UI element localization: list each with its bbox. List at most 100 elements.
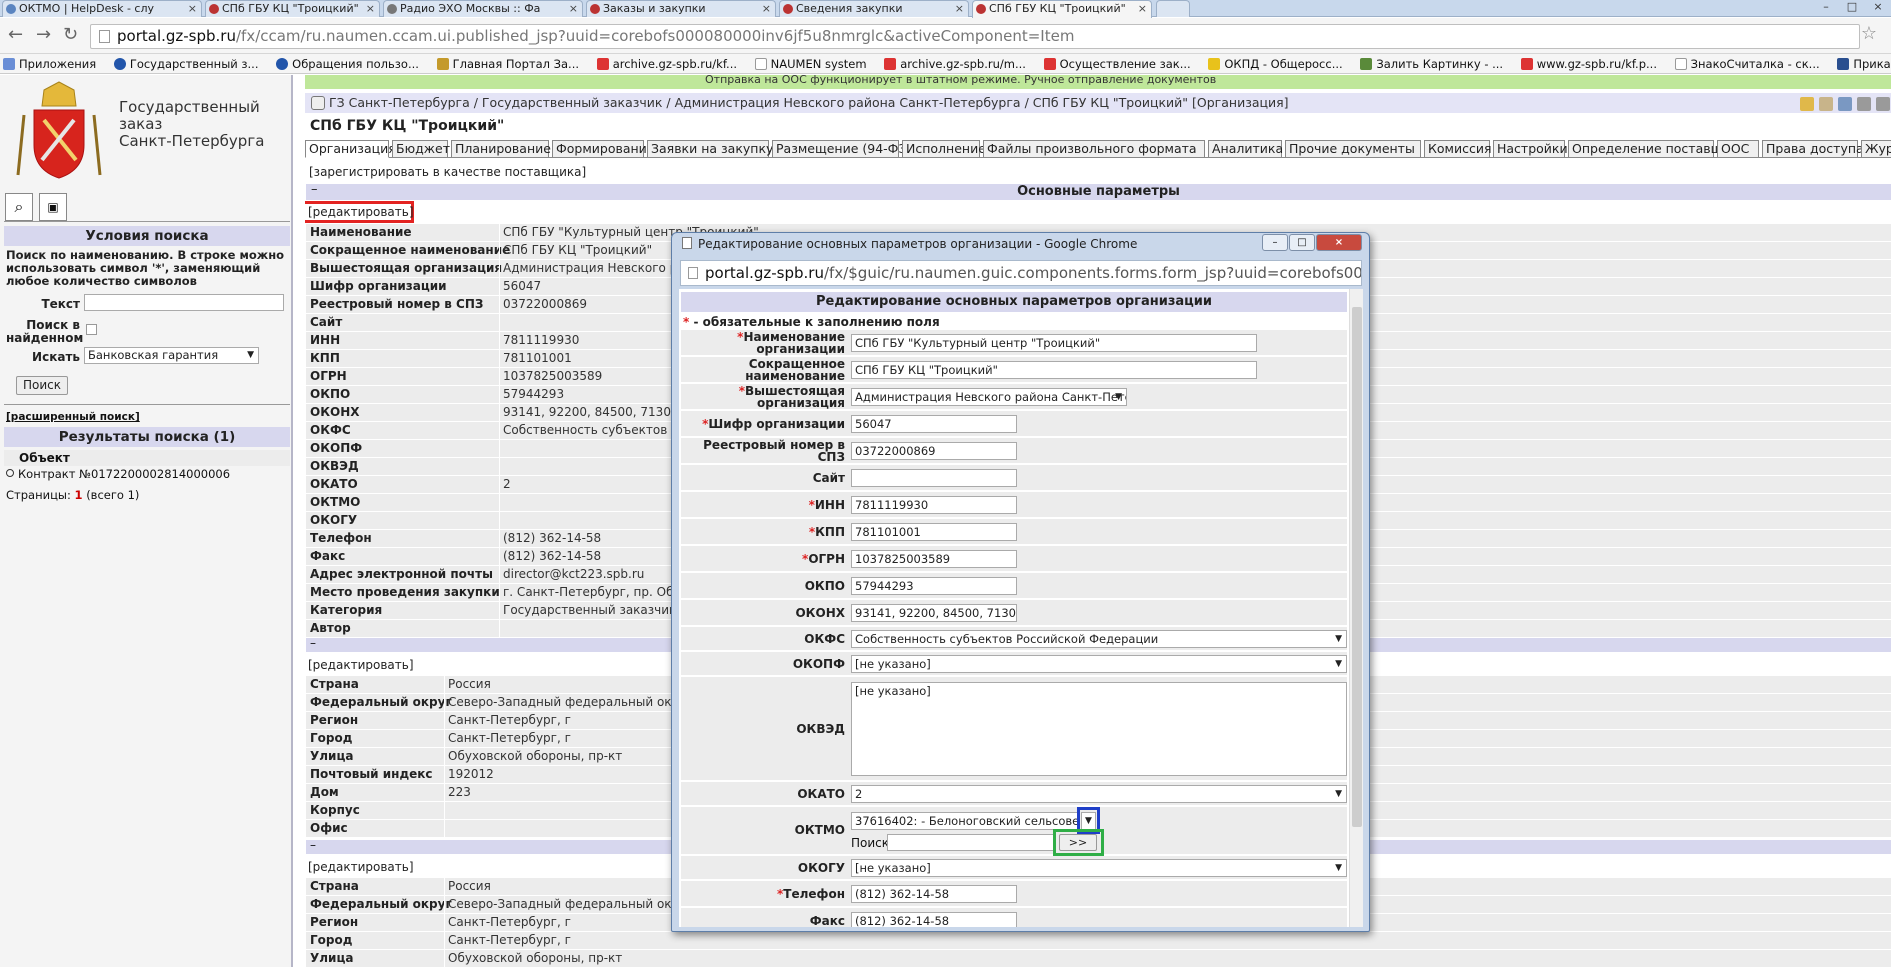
bookmark-item[interactable]: Обращения пользо...	[273, 54, 423, 73]
oktmo-search-input[interactable]	[887, 834, 1055, 851]
bookmark-item[interactable]: Залить Картинку - ...	[1357, 54, 1507, 73]
url-input[interactable]: portal.gz-spb.ru/fx/ccam/ru.naumen.ccam.…	[90, 24, 1860, 49]
new-tab-button[interactable]	[1156, 0, 1190, 17]
register-supplier-link[interactable]: [зарегистрировать в качестве поставщика]	[309, 165, 586, 179]
bookmark-item[interactable]: ОКПД - Общеросс...	[1205, 54, 1346, 73]
close-icon[interactable]: ×	[569, 1, 578, 16]
edit-address2-link[interactable]: [редактировать]	[308, 860, 414, 874]
browser-tab-4[interactable]: Заказы и закупки ×	[586, 0, 776, 17]
close-icon[interactable]: ×	[366, 1, 375, 16]
popup-url-input[interactable]: portal.gz-spb.ru/fx/$guic/ru.naumen.guic…	[680, 260, 1362, 286]
page-current[interactable]: 1	[75, 488, 83, 502]
okogu-select[interactable]: [не указано] ▼	[851, 859, 1347, 877]
scrollbar-thumb[interactable]	[1352, 307, 1362, 827]
collapse-icon[interactable]: –	[310, 838, 316, 852]
tab-5[interactable]: Заявки на закупку	[647, 140, 773, 158]
okato-select[interactable]: 2 ▼	[851, 785, 1347, 803]
tab-10[interactable]: Прочие документы	[1285, 140, 1421, 158]
forward-icon[interactable]: →	[36, 25, 51, 45]
tab-4[interactable]: Формирование	[552, 140, 655, 158]
bookmark-star-icon[interactable]: ☆	[1861, 23, 1877, 44]
close-icon[interactable]: ×	[762, 1, 771, 16]
phone-input[interactable]: (812) 362-14-58	[851, 885, 1017, 903]
tab-14[interactable]: ООС	[1717, 140, 1759, 158]
search-button[interactable]: Поиск	[16, 376, 68, 395]
text-search-input[interactable]	[84, 294, 284, 311]
radio-icon[interactable]	[6, 469, 14, 477]
collapse-icon[interactable]: –	[311, 182, 318, 198]
maximize-icon[interactable]: □	[1839, 0, 1865, 13]
bookmark-item[interactable]: archive.gz-spb.ru/m...	[881, 54, 1030, 73]
browser-tab-3[interactable]: Радио ЭХО Москвы :: Фа ×	[383, 0, 583, 17]
refresh-icon[interactable]	[1838, 97, 1852, 111]
bookmark-item[interactable]: Осуществление зак...	[1041, 54, 1195, 73]
bookmark-item[interactable]: www.gz-spb.ru/kf.p...	[1518, 54, 1661, 73]
bookmark-item[interactable]: Приказ Министерс...	[1834, 54, 1891, 73]
tab-16[interactable]: Журнал	[1861, 140, 1891, 158]
tab-7[interactable]: Исполнение	[902, 140, 986, 158]
edit-link[interactable]: [редактировать]	[308, 205, 414, 219]
ogrn-input[interactable]: 1037825003589	[851, 550, 1017, 568]
name-input[interactable]: СПб ГБУ "Культурный центр "Троицкий"	[851, 334, 1257, 352]
collapse-icon[interactable]: –	[310, 636, 316, 650]
bookmark-item[interactable]: ЗнакоСчиталка - ск...	[1672, 54, 1824, 73]
tab-8[interactable]: Файлы произвольного формата	[983, 140, 1205, 158]
inn-input[interactable]: 7811119930	[851, 496, 1017, 514]
okved-textarea[interactable]: [не указано]	[851, 682, 1347, 776]
edit-address-link[interactable]: [редактировать]	[308, 658, 414, 672]
reload-icon[interactable]: ↻	[63, 25, 78, 45]
okpo-input[interactable]: 57944293	[851, 577, 1017, 595]
browser-tab-5[interactable]: Сведения закупки ×	[779, 0, 969, 17]
tab-15[interactable]: Права доступа	[1762, 140, 1864, 158]
minimize-icon[interactable]: –	[1813, 0, 1839, 13]
reg-number-input[interactable]: 03722000869	[851, 442, 1017, 460]
kpp-input[interactable]: 781101001	[851, 523, 1017, 541]
popup-minimize-icon[interactable]: –	[1262, 234, 1288, 251]
bookmark-apps[interactable]: Приложения	[0, 54, 100, 73]
okopf-select[interactable]: [не указано] ▼	[851, 655, 1347, 673]
in-found-checkbox[interactable]	[86, 324, 97, 335]
tab-1[interactable]: Организация	[305, 140, 396, 158]
search-tab-icon[interactable]: ⌕	[5, 193, 33, 221]
okfs-select[interactable]: Собственность субъектов Российской Федер…	[851, 630, 1347, 648]
tab-11[interactable]: Комиссия	[1424, 140, 1491, 158]
popup-close-icon[interactable]: ×	[1316, 234, 1362, 251]
code-input[interactable]: 56047	[851, 415, 1017, 433]
tab-12[interactable]: Настройки	[1493, 140, 1568, 158]
tab-6[interactable]: Размещение (94-ФЗ)	[772, 140, 911, 158]
fax-input[interactable]: (812) 362-14-58	[851, 912, 1017, 927]
browser-tab-2[interactable]: СПб ГБУ КЦ "Троицкий" ×	[205, 0, 380, 17]
close-window-icon[interactable]: ×	[1865, 0, 1891, 13]
bookmark-item[interactable]: Государственный з...	[111, 54, 263, 73]
bookmark-item[interactable]: archive.gz-spb.ru/kf...	[594, 54, 741, 73]
tab-3[interactable]: Планирование	[451, 140, 551, 158]
forward-arrow-icon[interactable]	[1876, 97, 1890, 111]
close-icon[interactable]: ×	[1138, 1, 1147, 16]
back-icon[interactable]: ←	[8, 25, 23, 45]
okonh-input[interactable]: 93141, 92200, 84500, 71300	[851, 604, 1017, 622]
advanced-search-link[interactable]: [расширенный поиск]	[6, 411, 140, 423]
oktmo-select[interactable]: 37616402: - Белоноговский сельсовет	[851, 812, 1079, 830]
short-name-input[interactable]: СПб ГБУ КЦ "Троицкий"	[851, 361, 1257, 379]
row-label: ОКПО	[310, 387, 351, 401]
close-icon[interactable]: ×	[188, 1, 197, 16]
tab-9[interactable]: Аналитика	[1208, 140, 1283, 158]
browser-tab-1[interactable]: ОКТМО | HelpDesk - слу ×	[2, 0, 202, 17]
tab-2[interactable]: Бюджет	[392, 140, 450, 158]
popup-scrollbar[interactable]	[1349, 289, 1363, 927]
folder-icon[interactable]	[1800, 97, 1814, 111]
cell-divider	[499, 440, 500, 458]
site-input[interactable]	[851, 469, 1017, 487]
tab-13[interactable]: Определение поставщика	[1568, 140, 1746, 158]
bookmark-item[interactable]: Главная Портал За...	[434, 54, 583, 73]
find-type-select[interactable]: Банковская гарантия ▼	[84, 347, 259, 364]
info-tab-icon[interactable]: ▣	[39, 193, 67, 221]
close-icon[interactable]: ×	[955, 1, 964, 16]
bookmark-item[interactable]: NAUMEN system	[752, 54, 871, 73]
home-icon[interactable]	[1819, 97, 1833, 111]
parent-org-select[interactable]: Администрация Невского района Санкт-Пете…	[851, 388, 1127, 406]
result-row[interactable]: Контракт №0172200002814000006	[4, 466, 290, 482]
back-arrow-icon[interactable]	[1857, 97, 1871, 111]
popup-maximize-icon[interactable]: □	[1289, 234, 1315, 251]
browser-tab-6-active[interactable]: СПб ГБУ КЦ "Троицкий" ×	[972, 0, 1152, 18]
